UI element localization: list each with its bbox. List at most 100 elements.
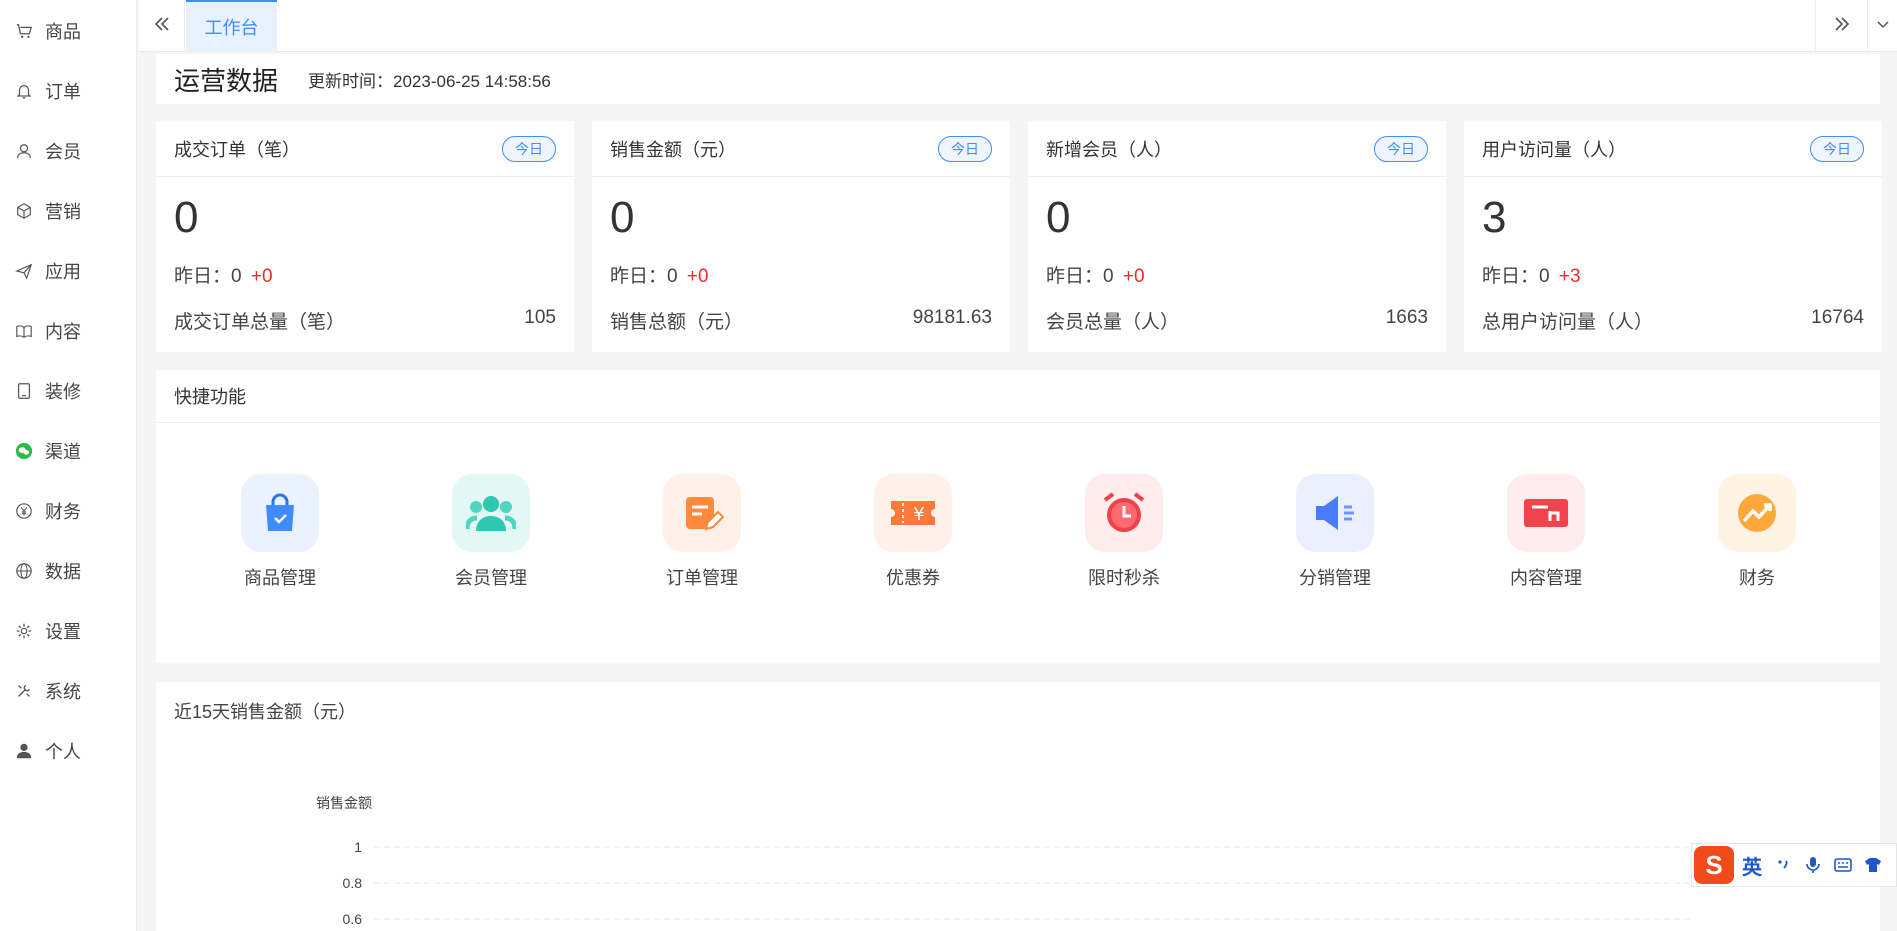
sidebar-item-settings[interactable]: 设置	[0, 611, 137, 651]
tab-workbench[interactable]: 工作台	[186, 0, 277, 52]
total-value: 1663	[1385, 307, 1428, 328]
sidebar-item-label: 会员	[45, 142, 81, 162]
user-icon	[15, 142, 33, 160]
globe-icon	[15, 562, 33, 580]
coupon-icon: ¥	[874, 474, 952, 552]
svg-text:¥: ¥	[913, 504, 924, 525]
yesterday-value: 0	[667, 266, 678, 287]
total-label: 会员总量（人）	[1046, 312, 1180, 333]
quick-item-coupons[interactable]: ¥ 优惠券	[838, 474, 988, 590]
card-title: 新增会员（人）	[1046, 139, 1172, 160]
sidebar-item-label: 系统	[45, 682, 81, 702]
ime-logo[interactable]: S	[1694, 846, 1734, 884]
sidebar-item-label: 装修	[45, 382, 81, 402]
quick-item-content[interactable]: 内容管理	[1471, 474, 1621, 590]
sidebar-item-finance[interactable]: 财务	[0, 491, 137, 531]
sales-chart-panel: 近15天销售金额（元） 销售金额 1 0.8 0.6	[156, 682, 1880, 931]
card-title: 成交订单（笔）	[174, 139, 300, 160]
today-badge[interactable]: 今日	[938, 135, 992, 162]
yesterday-delta: +0	[1122, 266, 1145, 287]
finance-trend-icon	[1718, 474, 1796, 552]
yesterday-label: 昨日：	[1482, 266, 1540, 287]
card-total: 总用户访问量（人） 16764	[1464, 291, 1882, 334]
keyboard-icon[interactable]	[1834, 856, 1852, 874]
yesterday-delta: +0	[250, 266, 273, 287]
total-label: 销售总额（元）	[610, 312, 744, 333]
sidebar-item-apps[interactable]: 应用	[0, 251, 137, 291]
card-title: 用户访问量（人）	[1482, 139, 1626, 160]
sidebar-item-label: 订单	[45, 82, 81, 102]
update-time: 更新时间：2023-06-25 14:58:56	[308, 67, 551, 92]
wechat-icon	[15, 442, 33, 460]
quick-item-label: 财务	[1739, 568, 1775, 588]
card-value: 0	[174, 193, 199, 242]
y-axis-label: 销售金额	[316, 795, 372, 811]
sidebar-item-label: 个人	[45, 742, 81, 762]
sidebar-item-data[interactable]: 数据	[0, 551, 137, 591]
members-icon	[452, 474, 530, 552]
card-total: 销售总额（元） 98181.63	[592, 291, 1010, 334]
tab-scroll-left-button[interactable]	[139, 0, 185, 52]
sidebar-item-label: 财务	[45, 502, 81, 522]
card-total: 会员总量（人） 1663	[1028, 291, 1446, 334]
sidebar-item-marketing[interactable]: 营销	[0, 191, 137, 231]
quick-item-label: 分销管理	[1299, 568, 1371, 588]
quick-item-flash-sale[interactable]: 限时秒杀	[1049, 474, 1199, 590]
sidebar-item-channels[interactable]: 渠道	[0, 431, 137, 471]
page-title: 运营数据	[174, 65, 279, 96]
yesterday-delta: +0	[686, 266, 709, 287]
yesterday-value: 0	[231, 266, 242, 287]
sidebar-item-members[interactable]: 会员	[0, 131, 137, 171]
sidebar-item-personal[interactable]: 个人	[0, 731, 137, 771]
sidebar-item-system[interactable]: 系统	[0, 671, 137, 711]
tab-menu-button[interactable]	[1867, 0, 1897, 52]
stat-card-new-members: 新增会员（人） 今日 0 昨日：0 +0 会员总量（人） 1663	[1028, 121, 1446, 352]
card-yesterday: 昨日：0 +3	[1464, 247, 1882, 291]
today-badge[interactable]: 今日	[502, 135, 556, 162]
sales-line-chart: 销售金额 1 0.8 0.6	[316, 795, 1692, 927]
sidebar-item-orders[interactable]: 订单	[0, 71, 137, 111]
quick-item-label: 会员管理	[455, 568, 527, 588]
quick-functions-title: 快捷功能	[156, 370, 1880, 423]
yesterday-value: 0	[1103, 266, 1114, 287]
yesterday-label: 昨日：	[1046, 266, 1104, 287]
quick-item-goods[interactable]: 商品管理	[205, 474, 355, 590]
quick-item-finance[interactable]: 财务	[1682, 474, 1832, 590]
ime-toolbar: S 英	[1691, 843, 1897, 887]
sidebar-item-label: 商品	[45, 22, 81, 42]
quick-item-orders[interactable]: 订单管理	[627, 474, 777, 590]
sidebar: 商品 订单 会员 营销 应用 内容 装修 渠道 财务 数据 设置 系统 个人	[0, 0, 137, 931]
sidebar-item-label: 应用	[45, 262, 81, 282]
person-icon	[15, 742, 33, 760]
ops-header: 运营数据 更新时间：2023-06-25 14:58:56	[156, 54, 1880, 104]
today-badge[interactable]: 今日	[1810, 135, 1864, 162]
quick-item-label: 商品管理	[244, 568, 316, 588]
sidebar-item-label: 设置	[45, 622, 81, 642]
cart-icon	[15, 22, 33, 40]
today-badge[interactable]: 今日	[1374, 135, 1428, 162]
card-yesterday: 昨日：0 +0	[1028, 247, 1446, 291]
book-icon	[15, 322, 33, 340]
yesterday-label: 昨日：	[174, 266, 232, 287]
stat-card-visits: 用户访问量（人） 今日 3 昨日：0 +3 总用户访问量（人） 16764	[1464, 121, 1882, 352]
yesterday-value: 0	[1539, 266, 1550, 287]
punctuation-icon[interactable]	[1774, 856, 1792, 874]
cube-icon	[15, 202, 33, 220]
quick-item-label: 内容管理	[1510, 568, 1582, 588]
microphone-icon[interactable]	[1804, 856, 1822, 874]
tab-scroll-right-button[interactable]	[1815, 0, 1867, 52]
ime-language-toggle[interactable]: 英	[1742, 851, 1762, 880]
total-value: 105	[524, 307, 556, 328]
quick-item-label: 优惠券	[886, 568, 940, 588]
quick-item-distribution[interactable]: 分销管理	[1260, 474, 1410, 590]
card-total: 成交订单总量（笔） 105	[156, 291, 574, 334]
card-value: 0	[610, 193, 635, 242]
sidebar-item-goods[interactable]: 商品	[0, 11, 137, 51]
yesterday-delta: +3	[1558, 266, 1581, 287]
sidebar-item-decoration[interactable]: 装修	[0, 371, 137, 411]
skin-icon[interactable]	[1864, 856, 1882, 874]
sidebar-item-content[interactable]: 内容	[0, 311, 137, 351]
y-tick-label: 1	[354, 839, 362, 855]
sidebar-item-label: 营销	[45, 202, 81, 222]
quick-item-members[interactable]: 会员管理	[416, 474, 566, 590]
